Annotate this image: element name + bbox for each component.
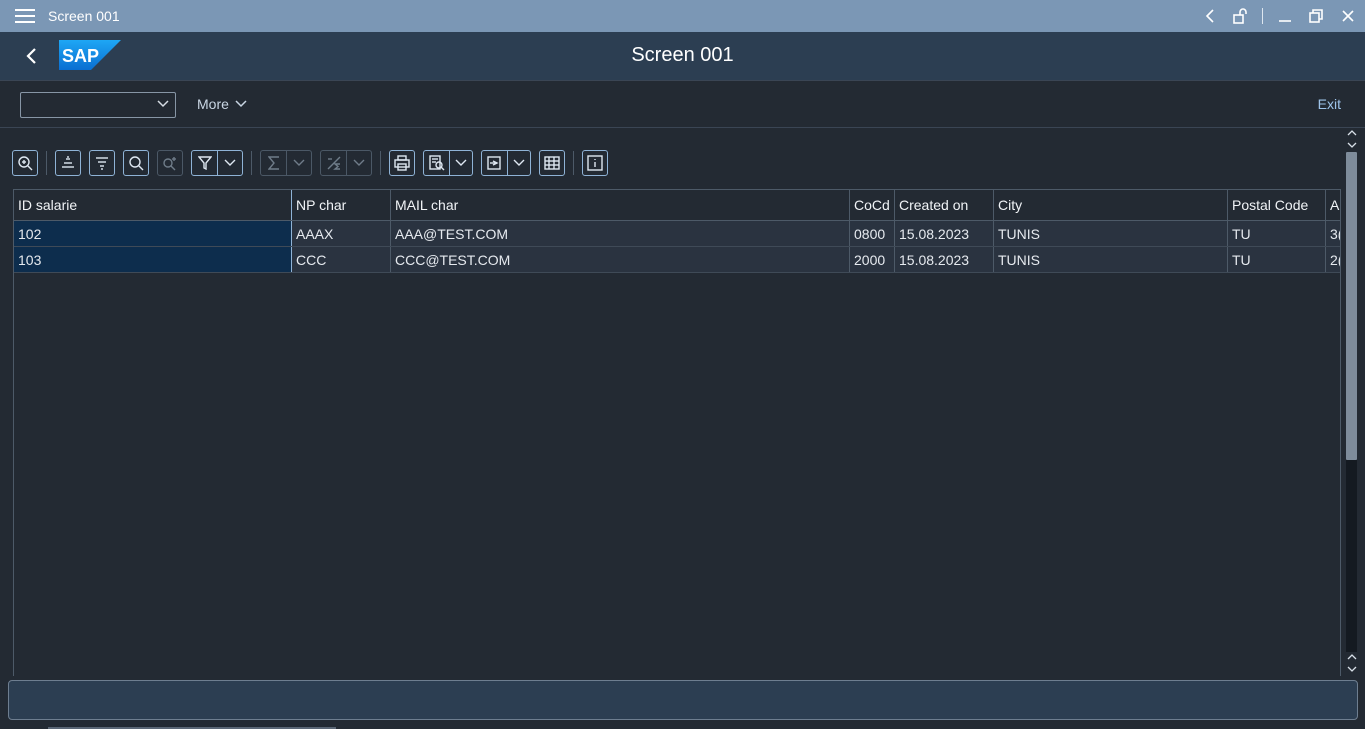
subtotals-icon [327, 156, 340, 170]
cell-mail-char[interactable]: AAA@TEST.COM [391, 221, 850, 246]
grid-header: ID salarie NP char MAIL char CoCd Create… [14, 189, 1340, 221]
more-label: More [197, 96, 229, 112]
more-button[interactable]: More [197, 96, 247, 112]
column-header-cocd[interactable]: CoCd [850, 190, 895, 220]
export-button[interactable] [481, 150, 531, 176]
sort-ascending-button[interactable] [55, 150, 81, 176]
cell-cocd[interactable]: 2000 [850, 247, 895, 272]
shell-header: SAP Screen 001 [0, 32, 1365, 80]
cell-postal-code[interactable]: TU [1228, 221, 1326, 246]
command-field[interactable] [20, 92, 176, 118]
chevron-down-icon [157, 100, 169, 108]
table-row[interactable]: 103 CCC CCC@TEST.COM 2000 15.08.2023 TUN… [14, 247, 1340, 273]
info-button[interactable] [582, 150, 608, 176]
chevron-down-icon [235, 100, 247, 108]
cell-cocd[interactable]: 0800 [850, 221, 895, 246]
filter-icon [197, 156, 212, 170]
chevron-down-icon [224, 159, 236, 166]
layout-button[interactable] [539, 150, 565, 176]
window-title: Screen 001 [48, 8, 120, 24]
find-button[interactable] [123, 150, 149, 176]
column-header-a[interactable]: A [1326, 190, 1340, 220]
cell-created-on[interactable]: 15.08.2023 [895, 247, 994, 272]
find-next-icon [163, 157, 176, 171]
vertical-scrollbar[interactable] [1343, 128, 1361, 676]
cell-created-on[interactable]: 15.08.2023 [895, 221, 994, 246]
separator [46, 151, 47, 175]
unlock-icon[interactable] [1224, 0, 1256, 32]
column-header-np-char[interactable]: NP char [292, 190, 391, 220]
sort-descending-icon [96, 157, 108, 170]
filter-button[interactable] [191, 150, 243, 176]
info-icon [587, 155, 603, 171]
column-header-id-salarie[interactable]: ID salarie [14, 190, 292, 220]
details-button[interactable] [12, 150, 38, 176]
menu-icon[interactable] [15, 9, 35, 23]
print-button[interactable] [389, 150, 415, 176]
window-controls [1196, 0, 1365, 32]
page-title: Screen 001 [631, 44, 734, 66]
column-header-created-on[interactable]: Created on [895, 190, 994, 220]
print-icon [394, 155, 410, 171]
find-next-button[interactable] [157, 150, 183, 176]
sum-icon [267, 156, 279, 170]
cell-mail-char[interactable]: CCC@TEST.COM [391, 247, 850, 272]
chevron-down-icon [513, 159, 525, 166]
restore-icon[interactable] [1301, 0, 1331, 32]
cell-id-salarie[interactable]: 102 [14, 221, 292, 246]
chevron-down-icon [353, 159, 365, 166]
cell-a[interactable]: 2( [1326, 247, 1340, 272]
separator [573, 151, 574, 175]
column-header-mail-char[interactable]: MAIL char [391, 190, 850, 220]
cell-np-char[interactable]: CCC [292, 247, 391, 272]
cell-city[interactable]: TUNIS [994, 247, 1228, 272]
layout-icon [544, 156, 560, 170]
details-icon [18, 156, 33, 171]
window-titlebar: Screen 001 [0, 0, 1365, 32]
cell-np-char[interactable]: AAAX [292, 221, 391, 246]
cell-postal-code[interactable]: TU [1228, 247, 1326, 272]
views-icon [428, 155, 444, 171]
sort-ascending-icon [62, 156, 74, 168]
close-icon[interactable] [1331, 0, 1365, 32]
cell-id-salarie[interactable]: 103 [14, 247, 292, 272]
find-icon [129, 156, 144, 171]
application-toolbar: More Exit [0, 80, 1365, 128]
separator [1262, 8, 1263, 24]
export-icon [486, 156, 501, 170]
status-bar [8, 680, 1358, 720]
scroll-up-icon[interactable] [1346, 128, 1358, 150]
chevron-down-icon [455, 159, 467, 166]
sum-button[interactable] [260, 150, 312, 176]
cell-a[interactable]: 3( [1326, 221, 1340, 246]
minimize-icon[interactable] [1269, 0, 1301, 32]
views-button[interactable] [423, 150, 473, 176]
chevron-down-icon [293, 159, 305, 166]
chevron-left-icon[interactable] [1196, 0, 1224, 32]
column-header-postal-code[interactable]: Postal Code [1228, 190, 1326, 220]
separator [251, 151, 252, 175]
sort-descending-button[interactable] [89, 150, 115, 176]
separator [380, 151, 381, 175]
scroll-down-icon[interactable] [1346, 652, 1358, 674]
exit-button[interactable]: Exit [1318, 96, 1341, 112]
alv-grid: ID salarie NP char MAIL char CoCd Create… [13, 189, 1341, 676]
alv-toolbar [12, 150, 616, 176]
subtotals-button[interactable] [320, 150, 372, 176]
table-row[interactable]: 102 AAAX AAA@TEST.COM 0800 15.08.2023 TU… [14, 221, 1340, 247]
column-header-city[interactable]: City [994, 190, 1228, 220]
scrollbar-thumb[interactable] [1346, 152, 1357, 460]
cell-city[interactable]: TUNIS [994, 221, 1228, 246]
